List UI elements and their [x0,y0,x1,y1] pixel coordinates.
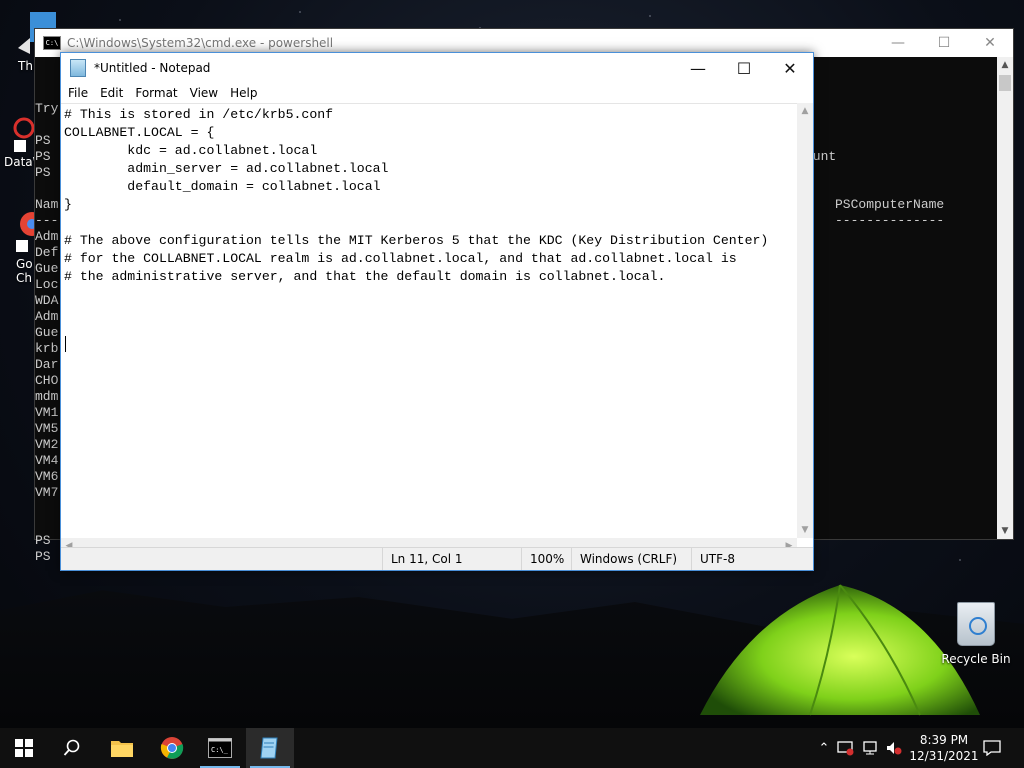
cmd-icon: C:\_ [208,738,232,758]
menu-format[interactable]: Format [129,86,183,100]
notepad-statusbar: Ln 11, Col 1 100% Windows (CRLF) UTF-8 [61,547,813,570]
notepad-title: *Untitled - Notepad [94,61,211,75]
menu-edit[interactable]: Edit [94,86,129,100]
maximize-icon: ☐ [736,58,752,78]
cmd-icon: C:\ [43,36,61,50]
console-line: Gue [35,261,59,276]
powershell-title: C:\Windows\System32\cmd.exe - powershell [67,36,334,50]
notepad-icon [260,737,278,759]
console-line: PS [35,133,51,148]
console-line: --- [35,213,59,228]
status-line-endings: Windows (CRLF) [571,548,690,570]
console-line: PS [35,149,51,164]
notepad-content: # This is stored in /etc/krb5.conf COLLA… [64,107,769,284]
column-header: PSComputerName [835,197,945,212]
scroll-down-arrow-icon[interactable]: ▼ [997,523,1013,539]
volume-muted-icon [887,742,902,755]
monitor-alert-icon [837,741,854,756]
console-line: PS [35,549,51,564]
minimize-button[interactable]: — [675,53,721,83]
notepad-window[interactable]: *Untitled - Notepad — ☐ ✕ File Edit Form… [60,52,814,571]
minimize-icon: — [891,35,905,51]
console-line: VM5 [35,421,59,436]
maximize-icon: ☐ [937,35,951,51]
console-line: VM1 [35,405,59,420]
notification-icon [983,740,1001,756]
tray-volume-muted[interactable] [884,728,904,768]
folder-icon [111,741,133,757]
maximize-button[interactable]: ☐ [721,53,767,83]
scroll-down-arrow-icon[interactable]: ▼ [797,522,813,538]
console-line: Adm [35,309,59,324]
console-line: Loc [35,277,59,292]
search-icon [63,739,80,756]
console-line: Def [35,245,59,260]
recycle-bin-icon [957,602,995,646]
notepad-titlebar[interactable]: *Untitled - Notepad — ☐ ✕ [61,53,813,83]
console-line: PS [35,165,51,180]
text-caret [65,336,66,352]
console-line: Dar [35,357,59,372]
file-explorer-button[interactable] [98,728,146,768]
console-line: VM6 [35,469,59,484]
close-button[interactable]: ✕ [967,29,1013,57]
recycle-bin-label: Recycle Bin [941,652,1011,666]
console-line: Gue [35,325,59,340]
console-line: CHO [35,373,59,388]
data-app-icon [13,117,35,152]
tray-network-icon[interactable] [860,728,882,768]
console-line: Nam [35,197,59,212]
console-line: WDA [35,293,59,308]
console-line: VM2 [35,437,59,452]
console-line: VM4 [35,453,59,468]
status-position: Ln 11, Col 1 [382,548,521,570]
notepad-vertical-scrollbar[interactable]: ▲ ▼ [797,103,813,538]
chrome-icon [160,737,184,759]
taskbar: C:\_ ⌃ 8:39 PM 12/31/2021 [0,728,1024,768]
minimize-button[interactable]: — [875,29,921,57]
close-icon: ✕ [984,35,996,51]
windows-logo-icon [15,739,33,757]
notepad-menubar: File Edit Format View Help [61,83,813,103]
console-line: VM7 [35,485,59,500]
close-button[interactable]: ✕ [767,53,813,83]
notepad-icon [70,59,86,77]
menu-view[interactable]: View [184,86,224,100]
status-encoding: UTF-8 [691,548,810,570]
command-prompt-button[interactable]: C:\_ [196,728,244,768]
clock-time: 8:39 PM [919,733,969,747]
scroll-up-arrow-icon[interactable]: ▲ [797,103,813,119]
notepad-text-area[interactable]: # This is stored in /etc/krb5.conf COLLA… [61,103,797,539]
svg-text:C:\_: C:\_ [211,746,229,754]
chevron-up-icon: ⌃ [818,740,830,756]
clock-date: 12/31/2021 [909,749,979,763]
taskbar-clock[interactable]: 8:39 PM 12/31/2021 [904,732,984,764]
console-line: krb [35,341,59,356]
chrome-button[interactable] [148,728,196,768]
scrollbar-thumb[interactable] [999,75,1011,91]
scroll-up-arrow-icon[interactable]: ▲ [997,57,1013,73]
console-line: Adm [35,229,59,244]
menu-help[interactable]: Help [224,86,263,100]
powershell-scrollbar[interactable]: ▲ ▼ [997,57,1013,539]
tray-network-disconnected[interactable] [836,728,856,768]
desktop-icon-recycle-bin[interactable]: Recycle Bin [940,602,1012,666]
notepad-taskbar-button[interactable] [246,728,294,768]
notifications-button[interactable] [980,728,1004,768]
console-line: Try [35,101,59,116]
show-hidden-icons-button[interactable]: ⌃ [814,728,834,768]
start-button[interactable] [0,728,48,768]
search-button[interactable] [48,728,96,768]
minimize-icon: — [690,58,706,78]
console-line: PS [35,533,51,548]
close-icon: ✕ [783,58,797,78]
menu-file[interactable]: File [61,86,94,100]
maximize-button[interactable]: ☐ [921,29,967,57]
status-zoom: 100% [521,548,575,570]
column-underline: -------------- [835,213,945,228]
network-icon [863,741,877,755]
console-line: mdm [35,389,59,404]
